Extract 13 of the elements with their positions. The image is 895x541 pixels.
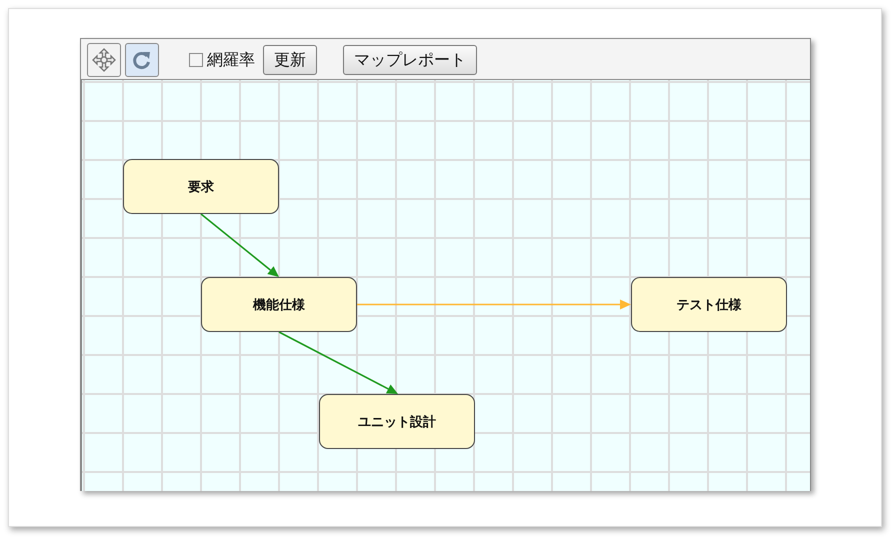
toolbar-button[interactable]: 更新 <box>263 45 317 75</box>
checkbox-label: 網羅率 <box>207 50 255 70</box>
diagram-node[interactable]: 機能仕様 <box>201 277 357 332</box>
refresh-button[interactable] <box>125 43 159 77</box>
move-icon <box>91 47 117 73</box>
refresh-icon <box>131 49 153 71</box>
checkbox[interactable] <box>189 53 203 67</box>
diagram-node[interactable]: テスト仕様 <box>631 277 787 332</box>
toolbar-button[interactable]: マップレポート <box>343 45 477 75</box>
coverage-checkbox[interactable]: 網羅率 <box>189 50 255 70</box>
diagram-node[interactable]: 要求 <box>123 159 279 214</box>
move-button[interactable] <box>87 43 121 77</box>
diagram-node[interactable]: ユニット設計 <box>319 394 475 449</box>
